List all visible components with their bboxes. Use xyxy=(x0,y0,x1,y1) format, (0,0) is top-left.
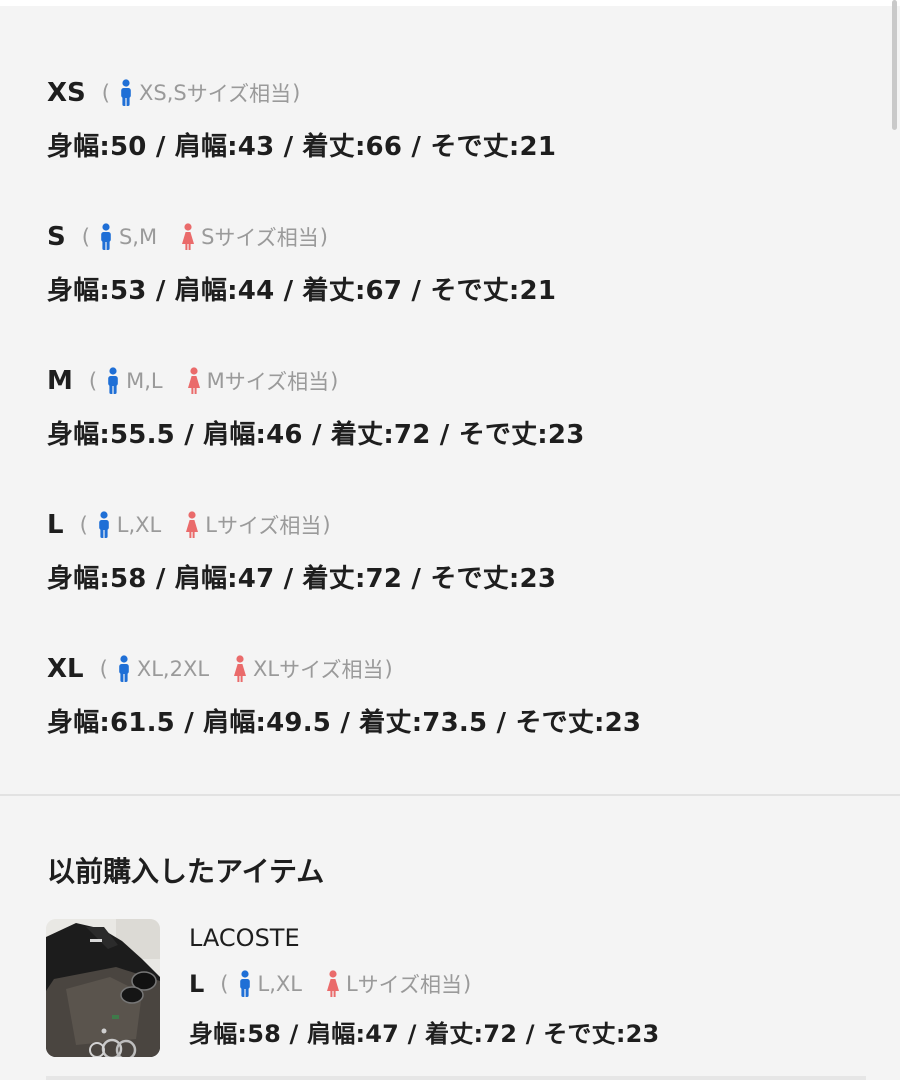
paren-open: ( xyxy=(88,369,98,393)
size-measurements: 身幅:55.5 / 肩幅:46 / 着丈:72 / そで丈:23 xyxy=(47,420,585,450)
equivalent-suffix: サイズ相当 xyxy=(186,82,292,106)
size-measurements: 身幅:58 / 肩幅:47 / 着丈:72 / そで丈:23 xyxy=(47,564,557,594)
male-figure-icon xyxy=(97,511,111,539)
item-brand: LACOSTE xyxy=(189,924,300,952)
female-figure-icon xyxy=(187,367,201,395)
equivalent-suffix: サイズ相当 xyxy=(279,658,384,682)
size-measurements: 身幅:61.5 / 肩幅:49.5 / 着丈:73.5 / そで丈:23 xyxy=(47,708,642,738)
item-thumbnail[interactable] xyxy=(46,919,160,1057)
equivalent-suffix: サイズ相当 xyxy=(224,370,330,394)
equivalent-suffix: サイズ相当 xyxy=(214,226,319,250)
item-size-header: L ( L,XL L サイズ相当 ) xyxy=(189,968,869,1000)
male-equivalent: XL,2XL xyxy=(136,657,210,681)
female-figure-icon xyxy=(185,511,199,539)
size-label: S xyxy=(47,222,66,252)
female-figure-icon xyxy=(233,655,247,683)
male-equivalent: L,XL xyxy=(116,513,162,537)
female-figure-icon xyxy=(326,970,340,998)
female-equivalent: M xyxy=(206,369,225,393)
paren-open: ( xyxy=(101,81,110,105)
size-label: M xyxy=(47,366,73,396)
male-equivalent: S,M xyxy=(118,225,158,249)
size-row-l: L ( L,XL L サイズ相当 ) 身幅:58 / 肩幅:47 / 着丈:72… xyxy=(47,509,867,595)
paren-close: ) xyxy=(463,972,472,996)
size-measurements: 身幅:53 / 肩幅:44 / 着丈:67 / そで丈:21 xyxy=(47,276,557,306)
paren-open: ( xyxy=(81,225,90,249)
size-label: L xyxy=(47,510,64,540)
size-header: XL ( XL,2XL XL サイズ相当 ) xyxy=(47,653,867,685)
size-header: L ( L,XL L サイズ相当 ) xyxy=(47,509,867,541)
male-figure-icon xyxy=(117,655,131,683)
paren-close: ) xyxy=(330,369,339,393)
male-equivalent: M,L xyxy=(126,369,163,393)
item-size-label: L xyxy=(189,970,205,998)
male-figure-icon xyxy=(99,223,113,251)
size-measurements: 身幅:50 / 肩幅:43 / 着丈:66 / そで丈:21 xyxy=(47,132,557,162)
male-figure-icon xyxy=(119,79,133,107)
female-equivalent: S xyxy=(201,225,215,249)
section-divider xyxy=(0,794,900,796)
female-equivalent: L xyxy=(345,972,358,996)
paren-open: ( xyxy=(79,513,88,537)
equivalent-suffix: サイズ相当 xyxy=(216,514,322,538)
size-label: XL xyxy=(47,654,84,684)
female-equivalent: L xyxy=(205,513,217,537)
size-row-xl: XL ( XL,2XL XL サイズ相当 ) 身幅:61.5 / 肩幅:49.5… xyxy=(47,653,867,739)
size-header: S ( S,M S サイズ相当 ) xyxy=(47,221,867,253)
female-figure-icon xyxy=(181,223,195,251)
scrollbar[interactable] xyxy=(892,0,897,130)
previous-item[interactable]: LACOSTE L ( L,XL L サイズ相当 ) 身幅:58 / 肩幅:47… xyxy=(189,922,869,1049)
male-figure-icon xyxy=(238,970,252,998)
size-header: M ( M,L M サイズ相当 ) xyxy=(47,365,867,397)
paren-open: ( xyxy=(99,657,108,681)
paren-close: ) xyxy=(319,225,328,249)
previous-purchases-title: 以前購入したアイテム xyxy=(47,855,325,888)
male-figure-icon xyxy=(106,367,120,395)
size-row-xs: XS ( XS,S サイズ相当 ) 身幅:50 / 肩幅:43 / 着丈:66 … xyxy=(47,77,867,163)
bottom-divider xyxy=(46,1076,866,1080)
paren-open: ( xyxy=(220,972,229,996)
size-label: XS xyxy=(47,78,86,108)
male-equivalent: L,XL xyxy=(257,972,302,996)
top-edge xyxy=(0,0,900,6)
size-header: XS ( XS,S サイズ相当 ) xyxy=(47,77,867,109)
paren-close: ) xyxy=(292,81,301,105)
size-row-s: S ( S,M S サイズ相当 ) 身幅:53 / 肩幅:44 / 着丈:67 … xyxy=(47,221,867,307)
equivalent-suffix: サイズ相当 xyxy=(357,973,463,997)
male-equivalent: XS,S xyxy=(138,81,187,105)
size-row-m: M ( M,L M サイズ相当 ) 身幅:55.5 / 肩幅:46 / 着丈:7… xyxy=(47,365,867,451)
paren-close: ) xyxy=(322,513,331,537)
item-measurements: 身幅:58 / 肩幅:47 / 着丈:72 / そで丈:23 xyxy=(189,1020,660,1048)
female-equivalent: XL xyxy=(253,657,280,681)
paren-close: ) xyxy=(384,657,393,681)
